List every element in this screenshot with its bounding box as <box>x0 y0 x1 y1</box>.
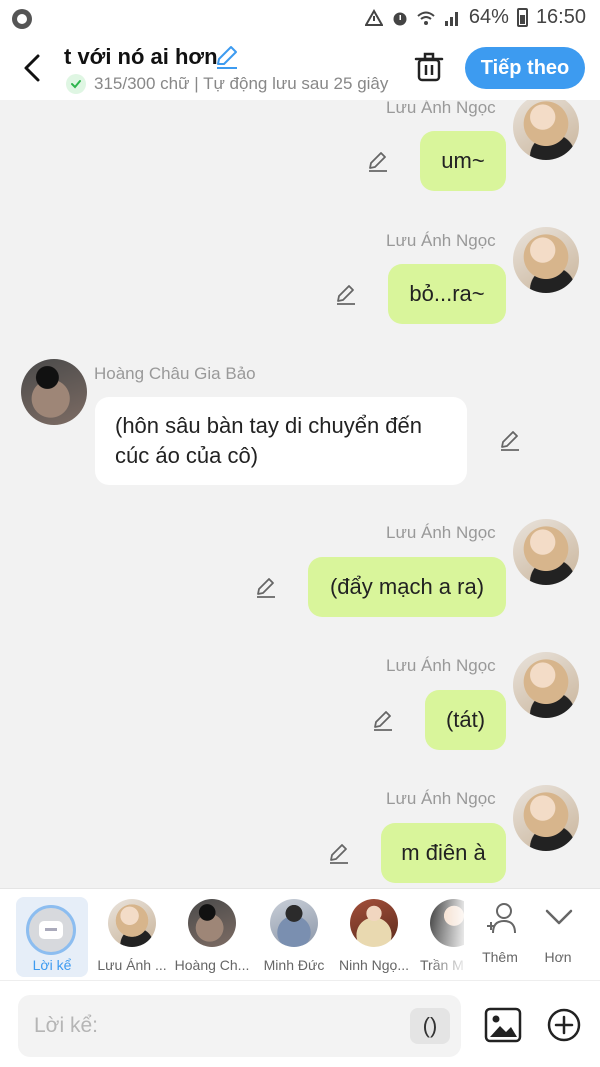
app-header: t với nó ai hơn 315/300 chữ | Tự động lư… <box>0 38 600 100</box>
character-item[interactable]: Minh Đức <box>254 899 334 977</box>
message-bubble[interactable]: um~ <box>420 131 506 191</box>
avatar[interactable] <box>513 519 579 585</box>
avatar[interactable] <box>513 100 579 160</box>
trash-icon[interactable] <box>412 50 446 84</box>
chevron-left-icon <box>24 54 40 82</box>
add-character-label: Thêm <box>482 949 518 965</box>
message-bubble[interactable]: (tát) <box>425 690 506 750</box>
chevron-down-icon <box>545 909 573 925</box>
character-item[interactable]: Hoàng Ch... <box>172 899 252 977</box>
sender-name: Lưu Ánh Ngọc <box>386 523 496 542</box>
add-person-icon <box>487 903 516 934</box>
alarm-icon <box>393 12 407 25</box>
message-bubble[interactable]: bỏ...ra~ <box>388 264 506 324</box>
avatar <box>188 899 236 947</box>
sender-name: Lưu Ánh Ngọc <box>386 231 496 250</box>
signal-icon <box>444 11 458 26</box>
avatar[interactable] <box>513 652 579 718</box>
narration-tab[interactable]: Lời kể <box>16 897 88 977</box>
avatar[interactable] <box>21 359 87 425</box>
story-title[interactable]: t với nó ai hơn <box>64 44 218 70</box>
message-bubble[interactable]: (hôn sâu bàn tay di chuyển đến cúc áo củ… <box>95 397 467 485</box>
edit-icon[interactable] <box>334 282 358 306</box>
add-character-button[interactable]: Thêm <box>470 901 530 971</box>
composer-bar: () <box>0 980 600 1067</box>
sender-name: Hoàng Châu Gia Bảo <box>94 364 256 383</box>
status-bar: 64% 16:50 <box>0 0 600 38</box>
avatar <box>108 899 156 947</box>
character-item[interactable]: Ninh Ngọ... <box>334 899 414 977</box>
sender-name: Lưu Ánh Ngọc <box>386 789 496 808</box>
character-name: Hoàng Ch... <box>174 957 250 973</box>
character-name: Lưu Ánh ... <box>97 957 167 973</box>
avatar[interactable] <box>513 227 579 293</box>
more-button[interactable]: Hơn <box>528 901 588 971</box>
composer-box: () <box>18 995 461 1057</box>
clock-time: 16:50 <box>535 6 586 28</box>
image-icon[interactable] <box>484 1007 522 1043</box>
edit-icon[interactable] <box>254 575 278 599</box>
parentheses-button[interactable]: () <box>410 1008 450 1044</box>
edit-icon[interactable] <box>371 708 395 732</box>
battery-percent: 64% <box>468 6 509 28</box>
character-name: Minh Đức <box>263 957 325 973</box>
back-button[interactable] <box>16 50 48 86</box>
narration-icon <box>26 905 76 955</box>
sender-name: Lưu Ánh Ngọc <box>386 656 496 675</box>
wifi-icon <box>417 11 435 25</box>
edit-icon[interactable] <box>327 841 351 865</box>
character-name: Ninh Ngọ... <box>338 957 410 973</box>
avatar <box>270 899 318 947</box>
app-notification-icon <box>12 9 32 29</box>
avatar[interactable] <box>513 785 579 851</box>
message-bubble[interactable]: m điên à <box>381 823 506 883</box>
narration-label: Lời kể <box>32 957 72 973</box>
status-icons: 64% 16:50 <box>364 6 586 29</box>
character-item[interactable]: Lưu Ánh ... <box>92 899 172 977</box>
plus-circle-icon[interactable] <box>546 1007 582 1043</box>
character-strip: Lời kể Lưu Ánh ... Hoàng Ch... Minh Đức … <box>0 888 600 981</box>
scroll-fade <box>430 889 470 981</box>
edit-title-icon[interactable] <box>214 44 240 70</box>
next-button[interactable]: Tiếp theo <box>465 47 585 89</box>
check-circle-icon <box>66 74 86 94</box>
sender-name: Lưu Ánh Ngọc <box>386 100 496 117</box>
word-count-status: 315/300 chữ | Tự động lưu sau 25 giây <box>94 74 389 93</box>
edit-icon[interactable] <box>498 428 522 452</box>
chat-area[interactable]: Lưu Ánh Ngọc um~ Lưu Ánh Ngọc bỏ...ra~ H… <box>0 100 600 888</box>
edit-icon[interactable] <box>366 149 390 173</box>
more-label: Hơn <box>544 949 572 965</box>
battery-icon <box>516 8 528 27</box>
avatar <box>350 899 398 947</box>
narration-input[interactable] <box>18 995 398 1057</box>
warning-icon <box>364 8 383 26</box>
message-bubble[interactable]: (đẩy mạch a ra) <box>308 557 506 617</box>
